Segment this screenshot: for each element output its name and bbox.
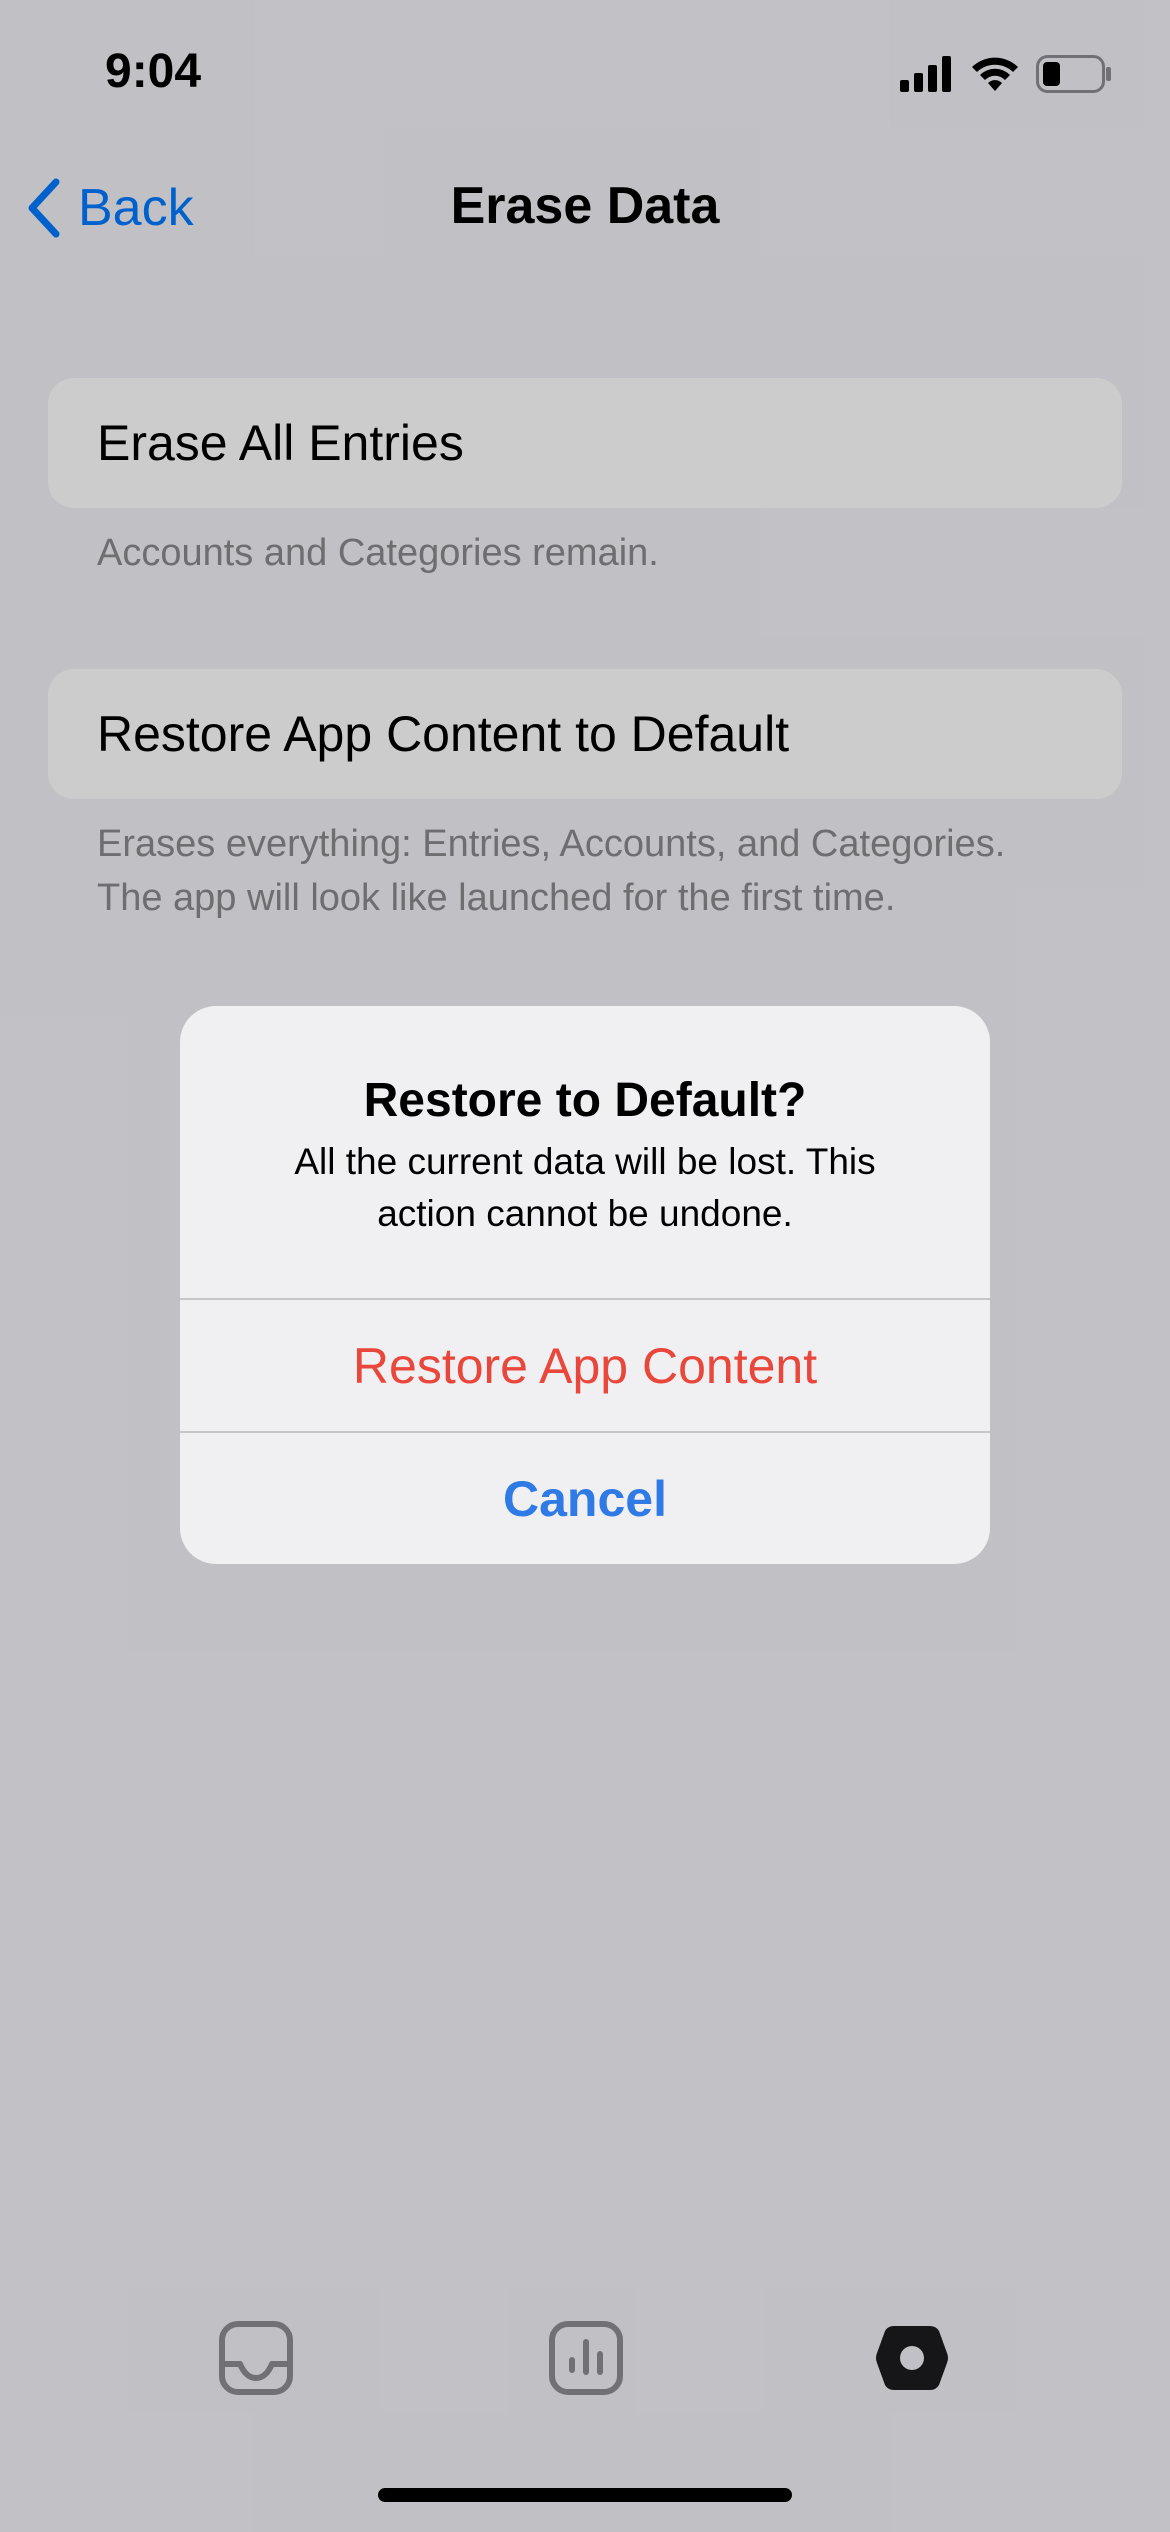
alert-message-line2: action cannot be undone. [377,1193,793,1234]
restore-alert-dialog: Restore to Default? All the current data… [180,1006,990,1564]
alert-message: All the current data will be lost. This … [230,1136,940,1240]
alert-message-line1: All the current data will be lost. This [294,1141,876,1182]
alert-body: Restore to Default? All the current data… [180,1006,990,1299]
alert-title: Restore to Default? [363,1074,807,1127]
cancel-button[interactable]: Cancel [180,1433,990,1564]
restore-app-content-button[interactable]: Restore App Content [180,1300,990,1431]
